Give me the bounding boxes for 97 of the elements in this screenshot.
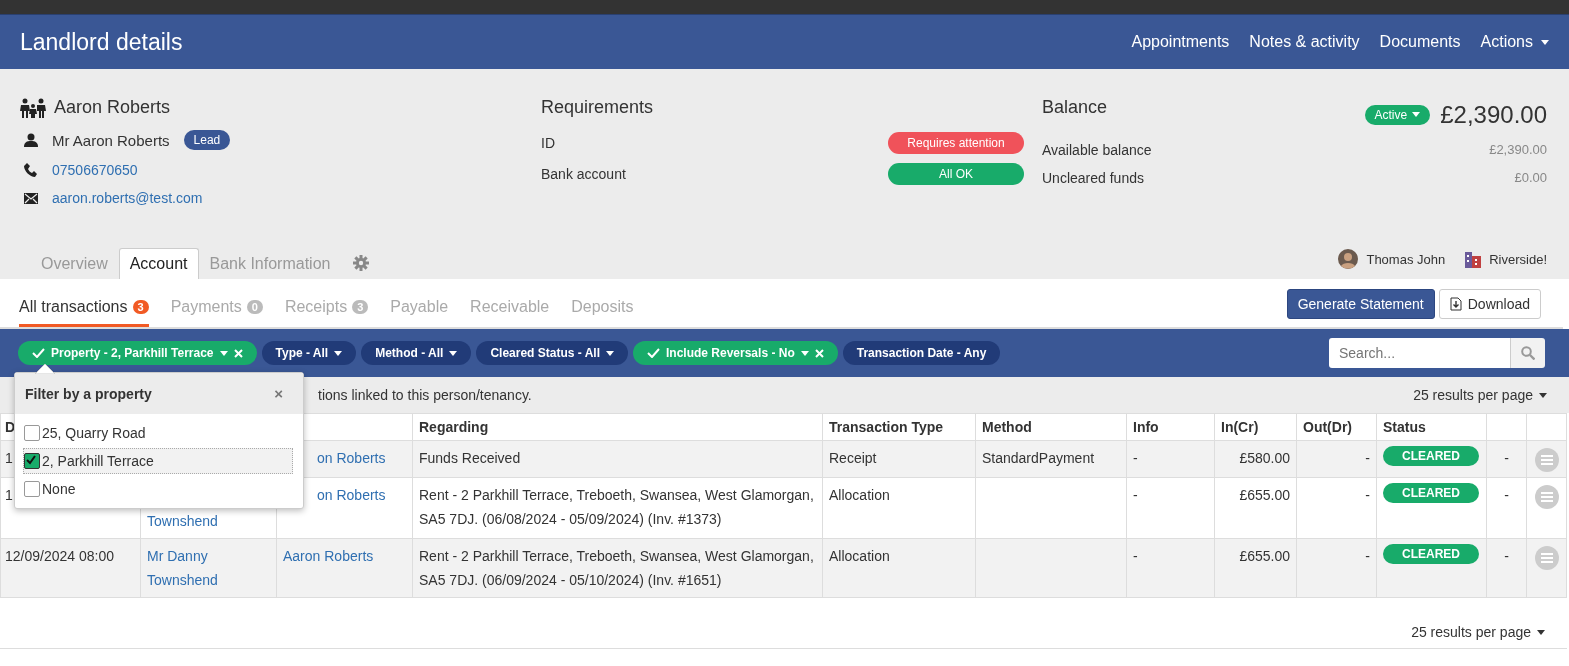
table-cell: Allocation (822, 538, 976, 598)
per-page-dropdown[interactable]: 25 results per page (1411, 624, 1545, 640)
assignee-name: Thomas John (1366, 251, 1446, 267)
building-icon (1465, 250, 1482, 268)
column-header: Info (1126, 413, 1215, 441)
info-text: tions linked to this person/tenancy. (318, 387, 532, 403)
option-label[interactable]: None (42, 481, 76, 497)
status-dropdown[interactable]: Active (1364, 104, 1431, 125)
search-icon (1521, 346, 1535, 360)
status-pill: All OK (888, 163, 1024, 185)
count-badge: 3 (132, 300, 149, 314)
nav-link[interactable]: Notes & activity (1249, 33, 1360, 51)
tab[interactable]: Account (118, 248, 199, 279)
table-cell: - (1296, 477, 1377, 539)
balance-label: Uncleared funds (1042, 170, 1144, 186)
phone-link[interactable]: 07506670650 (52, 162, 138, 178)
table-cell: Rent - 2 Parkhill Terrace, Treboeth, Swansea, West Glamorgan, SA5 7DJ. (06/08/2024 - 05/09/2024) (Inv. #1373) (412, 477, 823, 539)
close-button[interactable]: × (274, 385, 283, 402)
table-cell: 12/09/2024 08:00 (0, 538, 141, 598)
filter-chip[interactable]: Method - All (361, 341, 472, 365)
section-title: Requirements (541, 97, 655, 118)
contact-name: Aaron Roberts (54, 97, 171, 118)
table-cell: StandardPayment (975, 440, 1127, 478)
person-name: Mr Aaron Roberts (52, 131, 170, 149)
table-cell: £655.00 (1214, 477, 1297, 539)
filter-chip[interactable]: Type - All (261, 341, 357, 365)
per-page-dropdown[interactable]: 25 results per page (1413, 387, 1547, 403)
status-badge: CLEARED (1383, 446, 1479, 466)
person-icon (24, 133, 38, 147)
search-field[interactable]: Search... (1329, 338, 1510, 368)
section-title: Balance (1042, 97, 1108, 118)
table-cell: - (1296, 538, 1377, 598)
column-header: Status (1376, 413, 1487, 441)
status-badge: CLEARED (1383, 483, 1479, 503)
column-header: Out(Dr) (1296, 413, 1377, 441)
check-icon (647, 348, 660, 358)
search-button[interactable] (1510, 338, 1545, 368)
menu-icon[interactable] (1534, 448, 1559, 472)
column-header: Transaction Type (822, 413, 976, 441)
email-link[interactable]: aaron.roberts@test.com (52, 190, 203, 206)
balance-label: Available balance (1042, 142, 1152, 158)
checkbox[interactable] (24, 425, 40, 441)
table-cell: Allocation (822, 477, 976, 539)
table-cell: - (1296, 440, 1377, 478)
envelope-icon (24, 192, 38, 204)
column-header: Regarding (412, 413, 823, 441)
link[interactable]: on Roberts (317, 483, 386, 507)
count-badge: 3 (352, 300, 369, 314)
table-cell: - (1126, 477, 1215, 539)
remove-icon (233, 348, 243, 358)
table-cell: - (1126, 440, 1215, 478)
status-pill: Requires attention (888, 132, 1024, 154)
column-header: In(Cr) (1214, 413, 1297, 441)
count-badge: 0 (246, 300, 263, 314)
assignee-name: Riverside! (1489, 251, 1547, 267)
menu-icon[interactable] (1534, 546, 1559, 570)
gear-icon[interactable] (353, 255, 370, 271)
checkbox[interactable] (24, 453, 40, 469)
nav-link[interactable]: Documents (1379, 33, 1461, 51)
nav-link[interactable]: Appointments (1131, 33, 1230, 51)
balance-value: £0.00 (1514, 170, 1547, 186)
phone-icon (24, 163, 38, 177)
generate-button[interactable]: Generate Statement (1286, 289, 1435, 319)
caret-icon (1412, 112, 1421, 117)
page-title: Landlord details (20, 28, 183, 56)
popup-title: Filter by a property (25, 385, 152, 402)
requirement-label: ID (541, 135, 555, 151)
filter-chip[interactable]: Transaction Date - Any (842, 341, 1001, 365)
nav-link[interactable]: Actions (1480, 33, 1549, 51)
table-cell: Receipt (822, 440, 976, 478)
table-cell: £580.00 (1214, 440, 1297, 478)
people-icon (20, 97, 46, 118)
table-cell: - (1486, 538, 1527, 598)
filter-chip[interactable]: Include Reversals - No (633, 341, 838, 365)
table-cell: Funds Received (412, 440, 823, 478)
check-icon (32, 348, 45, 358)
table-cell: - (1486, 477, 1527, 539)
table-cell: Rent - 2 Parkhill Terrace, Treboeth, Swansea, West Glamorgan, SA5 7DJ. (06/09/2024 - 05/10/2024) (Inv. #1651) (412, 538, 823, 598)
filter-chip[interactable]: Cleared Status - All (476, 341, 628, 365)
checkbox[interactable] (24, 481, 40, 497)
table-cell: - (1126, 538, 1215, 598)
download-icon (1449, 297, 1462, 311)
filter-chip[interactable]: Property - 2, Parkhill Terrace (18, 341, 257, 365)
download-button[interactable]: Download (1438, 289, 1541, 319)
balance-amount: £2,390.00 (1440, 100, 1547, 129)
requirement-label: Bank account (541, 166, 626, 182)
status-badge: CLEARED (1383, 544, 1479, 564)
avatar-icon (1338, 249, 1359, 269)
caret-icon (1537, 629, 1545, 635)
menu-icon[interactable] (1534, 485, 1559, 509)
remove-icon (814, 348, 824, 358)
balance-value: £2,390.00 (1489, 142, 1547, 158)
column-header: Method (975, 413, 1127, 441)
table-cell: £655.00 (1214, 538, 1297, 598)
table-cell: - (1486, 440, 1527, 478)
caret-icon (1539, 392, 1547, 398)
lead-badge: Lead (183, 130, 231, 150)
